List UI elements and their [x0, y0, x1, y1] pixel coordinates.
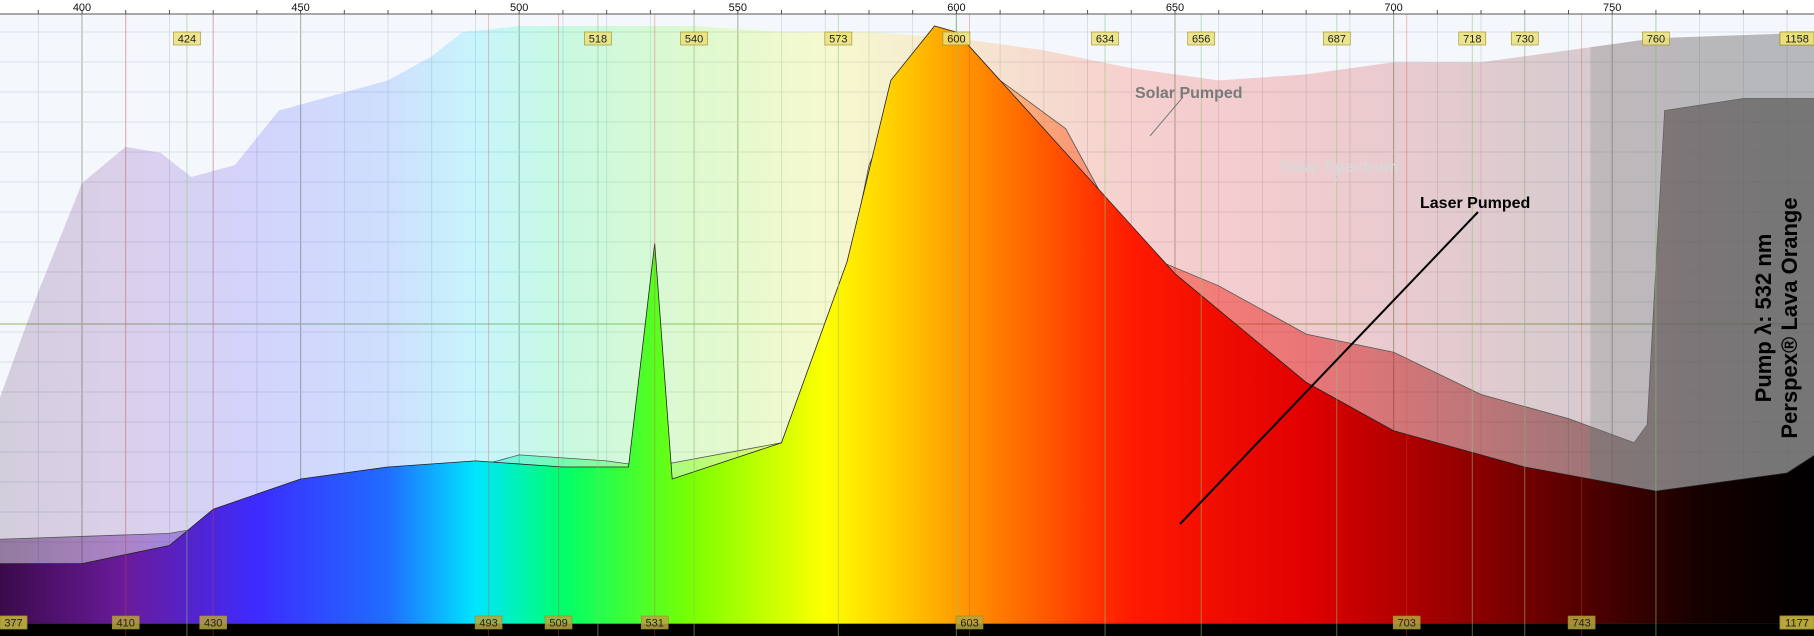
- peak-label-bottom: 531: [646, 618, 664, 630]
- peak-label-bottom: 603: [960, 618, 978, 630]
- peak-label-bottom: 509: [549, 618, 567, 630]
- x-tick-label: 450: [291, 2, 309, 14]
- x-tick-label: 650: [1166, 2, 1184, 14]
- x-tick-label: 400: [73, 2, 91, 14]
- peak-label-top: 760: [1647, 34, 1665, 46]
- chart-canvas: 4004505005506006507007508008509009501000…: [0, 0, 1814, 636]
- peak-label-top: 730: [1516, 34, 1534, 46]
- x-tick-label: 700: [1384, 2, 1402, 14]
- base-strip: [0, 624, 1814, 636]
- peak-label-top: 1158: [1785, 34, 1809, 46]
- peak-label-bottom: 430: [204, 618, 222, 630]
- x-axis-top: 4004505005506006507007508008509009501000…: [0, 0, 1814, 15]
- peak-label-top: 600: [947, 34, 965, 46]
- side-title-line-1: Perspex® Lava Orange: [1777, 197, 1802, 438]
- peak-label-top: 424: [178, 34, 196, 46]
- peak-label-top: 656: [1192, 34, 1210, 46]
- peak-label-top: 518: [589, 34, 607, 46]
- solar-pumped-label: Solar Pumped: [1135, 85, 1243, 102]
- x-tick-label: 500: [510, 2, 528, 14]
- peak-label-bottom: 1177: [1785, 618, 1809, 630]
- peak-label-bottom: 743: [1572, 618, 1590, 630]
- peak-label-bottom: 377: [4, 618, 22, 630]
- peak-label-bottom: 493: [479, 618, 497, 630]
- peak-label-bottom: 410: [117, 618, 135, 630]
- x-tick-label: 750: [1603, 2, 1621, 14]
- peak-label-top: 634: [1096, 34, 1114, 46]
- x-axis-band: [0, 0, 1814, 14]
- x-tick-label: 600: [947, 2, 965, 14]
- peak-label-top: 540: [685, 34, 703, 46]
- laser-pumped-label: Laser Pumped: [1420, 195, 1530, 212]
- solar-spectrum-label: Solar Spectrum: [1280, 159, 1398, 176]
- side-title-line-2: Pump λ: 532 nm: [1751, 234, 1776, 403]
- spectrum-chart: 4004505005506006507007508008509009501000…: [0, 0, 1814, 636]
- peak-label-top: 687: [1328, 34, 1346, 46]
- peak-label-top: 573: [829, 34, 847, 46]
- peak-label-bottom: 703: [1398, 618, 1416, 630]
- peak-label-top: 718: [1463, 34, 1481, 46]
- x-tick-label: 550: [729, 2, 747, 14]
